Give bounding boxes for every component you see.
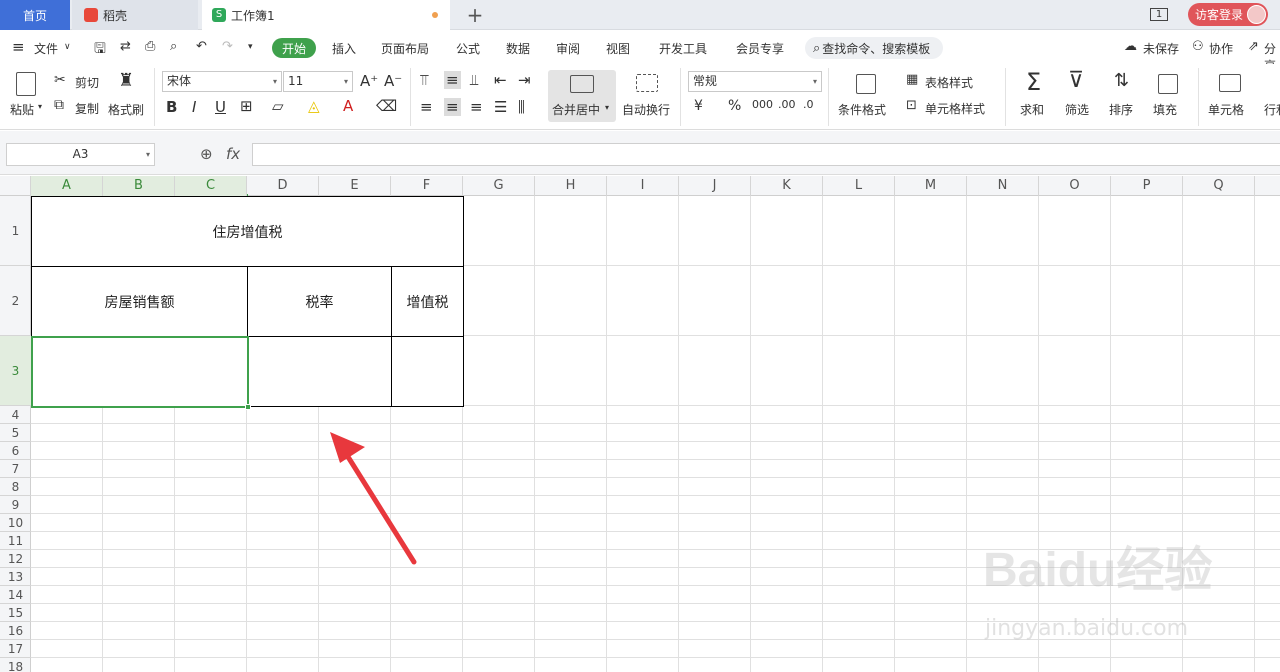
watermark-logo: Baidu经验 <box>983 544 1213 597</box>
watermark-url: jingyan.baidu.com <box>985 616 1189 641</box>
spreadsheet-app: 首页 稻壳 S 工作簿1 + 1 访客登录 ≡ 文件 ∨ 🖫 ⇄ ⎙ ⌕ ↶ ↷… <box>0 0 1280 672</box>
